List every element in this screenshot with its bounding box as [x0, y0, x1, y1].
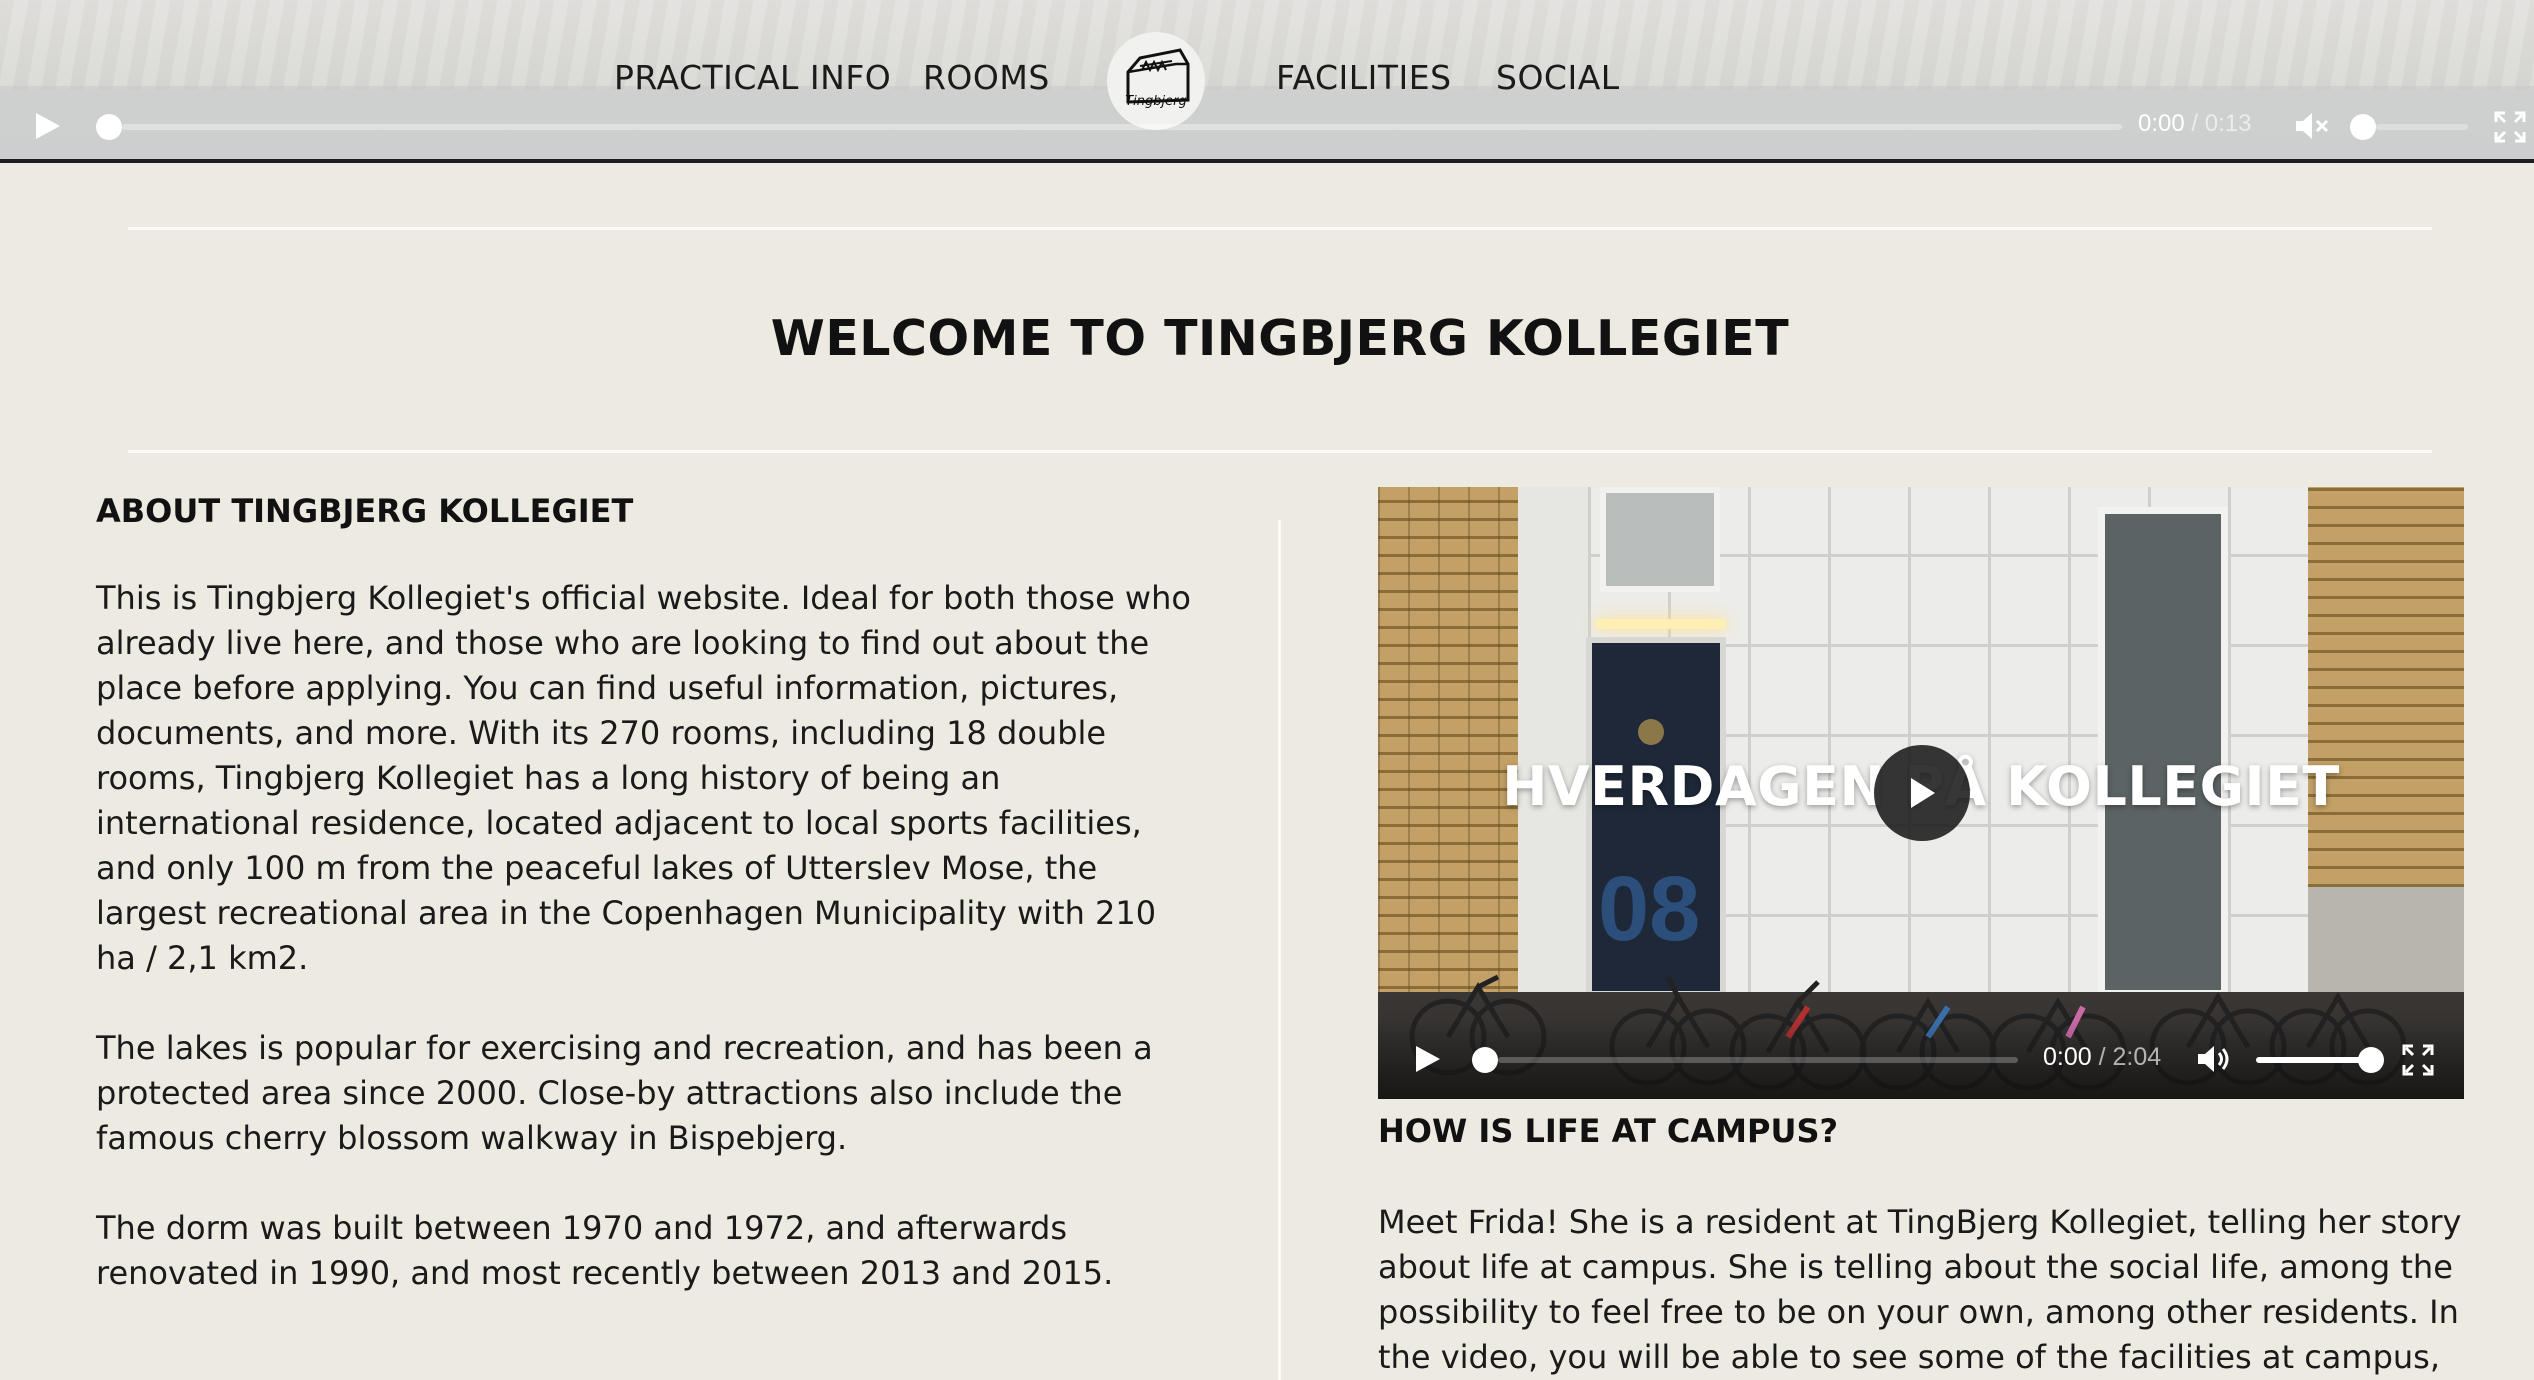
header-video-scrubber[interactable]: [96, 114, 122, 140]
video-thumbnail-window: [1600, 487, 1720, 592]
video-current-time: 0:00: [2043, 1043, 2092, 1071]
page-title: WELCOME TO TINGBJERG KOLLEGIET: [770, 310, 1790, 367]
video-thumbnail-lamp: [1596, 619, 1726, 629]
about-text: This is Tingbjerg Kollegiet's official w…: [96, 576, 1196, 1341]
video-volume-track[interactable]: [2256, 1057, 2366, 1063]
play-icon: [1911, 778, 1935, 808]
video-time: 0:00 / 2:04: [2043, 1043, 2161, 1072]
header-video-volume-handle[interactable]: [2350, 114, 2376, 140]
video-big-play-button[interactable]: [1874, 745, 1970, 841]
about-paragraph: This is Tingbjerg Kollegiet's official w…: [96, 579, 1191, 977]
video-duration: / 2:04: [2098, 1043, 2162, 1071]
column-divider: [1278, 520, 1281, 1380]
nav-link-social[interactable]: SOCIAL: [1496, 58, 1620, 97]
campus-video-player[interactable]: 08 HVERDAGEN PÅ KOLLEGIET: [1378, 487, 2464, 1099]
campus-text: Meet Frida! She is a resident at TingBje…: [1378, 1203, 2462, 1376]
video-volume-handle[interactable]: [2358, 1047, 2384, 1073]
about-heading: ABOUT TINGBJERG KOLLEGIET: [96, 492, 634, 530]
volume-muted-icon[interactable]: [2294, 110, 2330, 146]
video-thumbnail-brick-wall-right: [2308, 487, 2464, 887]
header-video-time: 0:00 / 0:13: [2138, 110, 2251, 138]
divider-top: [128, 227, 2432, 230]
site-header: PRACTICAL INFO ROOMS Tingbjerg FACILITIE…: [0, 0, 2534, 163]
nav-link-practical-info[interactable]: PRACTICAL INFO: [614, 58, 891, 97]
header-video-current-time: 0:00: [2138, 110, 2185, 137]
volume-icon[interactable]: [2196, 1043, 2232, 1079]
video-progress-track[interactable]: [1498, 1057, 2018, 1063]
header-video-progress-track[interactable]: [122, 124, 2122, 130]
header-video-duration: / 0:13: [2191, 110, 2252, 137]
video-play-icon[interactable]: [1414, 1044, 1442, 1078]
nav-link-facilities[interactable]: FACILITIES: [1276, 58, 1452, 97]
fullscreen-icon[interactable]: [2494, 111, 2526, 147]
video-scrubber[interactable]: [1472, 1047, 1498, 1073]
about-paragraph: The dorm was built between 1970 and 1972…: [96, 1209, 1114, 1292]
video-thumbnail-door-window: [1638, 719, 1664, 745]
about-paragraph: The lakes is popular for exercising and …: [96, 1029, 1153, 1157]
header-video-play-icon[interactable]: [34, 111, 62, 145]
header-video-volume-track[interactable]: [2376, 124, 2468, 130]
campus-heading: HOW IS LIFE AT CAMPUS?: [1378, 1112, 1839, 1150]
divider-bottom: [128, 450, 2432, 453]
logo-text: Tingbjerg: [1125, 94, 1187, 109]
site-logo[interactable]: Tingbjerg: [1107, 32, 1205, 130]
fullscreen-icon[interactable]: [2402, 1044, 2434, 1080]
nav-link-rooms[interactable]: ROOMS: [923, 58, 1050, 97]
